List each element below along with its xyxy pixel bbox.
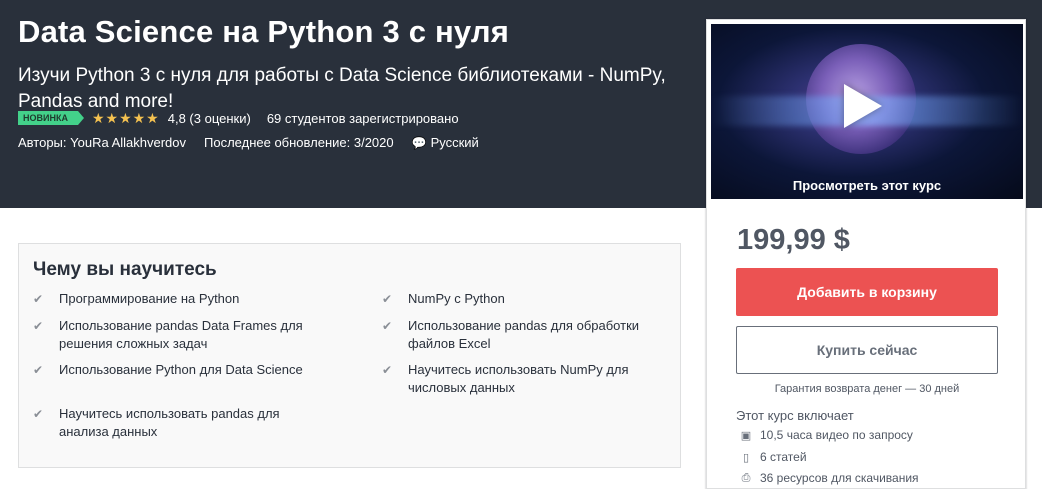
course-price: 199,99 $ <box>737 224 850 256</box>
add-to-cart-button[interactable]: Добавить в корзину <box>736 268 998 316</box>
course-preview-video[interactable]: Просмотреть этот курс <box>711 24 1023 199</box>
learn-item-text: Использование pandas для обработки файло… <box>408 318 640 351</box>
file-icon: ▯ <box>742 451 750 464</box>
rating-value[interactable]: 4,8 (3 оценки) <box>168 111 251 126</box>
authors-link[interactable]: Авторы: YouRa Allakhverdov <box>18 135 186 150</box>
play-icon[interactable] <box>844 84 882 128</box>
includes-item-text: 36 ресурсов для скачивания <box>760 471 919 485</box>
download-icon: ⎙ <box>741 471 751 484</box>
star-rating-icon: ★★★★★ <box>91 109 160 126</box>
course-title: Data Science на Python 3 с нуля <box>18 14 510 49</box>
includes-item: ⎙ 36 ресурсов для скачивания <box>738 471 919 485</box>
rating-row: НОВИНКА ★★★★★ 4,8 (3 оценки) 69 студенто… <box>18 110 459 126</box>
what-you-learn-box: Чему вы научитесь ✔ Программирование на … <box>18 243 681 468</box>
learn-item-text: Программирование на Python <box>59 291 240 306</box>
learn-item: ✔ Использование Python для Data Science <box>33 361 309 379</box>
money-back-guarantee: Гарантия возврата денег — 30 дней <box>774 383 960 395</box>
purchase-sidebar: Просмотреть этот курс 199,99 $ Добавить … <box>706 19 1026 489</box>
includes-item: ▣ 10,5 часа видео по запросу <box>738 428 913 442</box>
check-icon: ✔ <box>33 292 44 306</box>
learn-item: ✔ Использование pandas Data Frames для р… <box>33 317 309 353</box>
check-icon: ✔ <box>382 319 393 333</box>
learn-item-text: Научитесь использовать pandas для анализ… <box>59 406 280 439</box>
includes-item: ▯ 6 статей <box>738 450 807 464</box>
learn-item: ✔ NumPy с Python <box>382 290 658 308</box>
buy-now-button[interactable]: Купить сейчас <box>736 326 998 374</box>
check-icon: ✔ <box>33 363 44 377</box>
learn-item: ✔ Научитесь использовать NumPy для число… <box>382 361 658 397</box>
course-language: Русский <box>430 135 479 150</box>
learn-item-text: NumPy с Python <box>408 291 505 306</box>
speech-bubble-icon: 💬 <box>411 135 427 150</box>
includes-item-text: 10,5 часа видео по запросу <box>760 428 913 442</box>
learn-item: ✔ Программирование на Python <box>33 290 309 308</box>
students-count: 69 студентов зарегистрировано <box>266 110 459 126</box>
learn-item-text: Использование pandas Data Frames для реш… <box>59 318 303 351</box>
learn-item-text: Использование Python для Data Science <box>59 362 303 377</box>
includes-item-text: 6 статей <box>760 450 807 464</box>
video-icon: ▣ <box>740 429 752 442</box>
last-updated: Последнее обновление: 3/2020 <box>204 135 394 150</box>
check-icon: ✔ <box>33 319 44 333</box>
author-row: Авторы: YouRa Allakhverdov Последнее обн… <box>18 135 497 150</box>
learn-item: ✔ Научитесь использовать pandas для анал… <box>33 405 309 441</box>
preview-label[interactable]: Просмотреть этот курс <box>711 178 1023 193</box>
includes-title: Этот курс включает <box>736 408 854 423</box>
check-icon: ✔ <box>382 363 393 377</box>
what-you-learn-title: Чему вы научитесь <box>33 259 217 280</box>
check-icon: ✔ <box>382 292 393 306</box>
learn-item: ✔ Использование pandas для обработки фай… <box>382 317 658 353</box>
check-icon: ✔ <box>33 407 44 421</box>
new-badge: НОВИНКА <box>18 111 84 125</box>
learn-item-text: Научитесь использовать NumPy для числовы… <box>408 362 629 395</box>
course-subtitle: Изучи Python 3 с нуля для работы с Data … <box>18 65 666 112</box>
